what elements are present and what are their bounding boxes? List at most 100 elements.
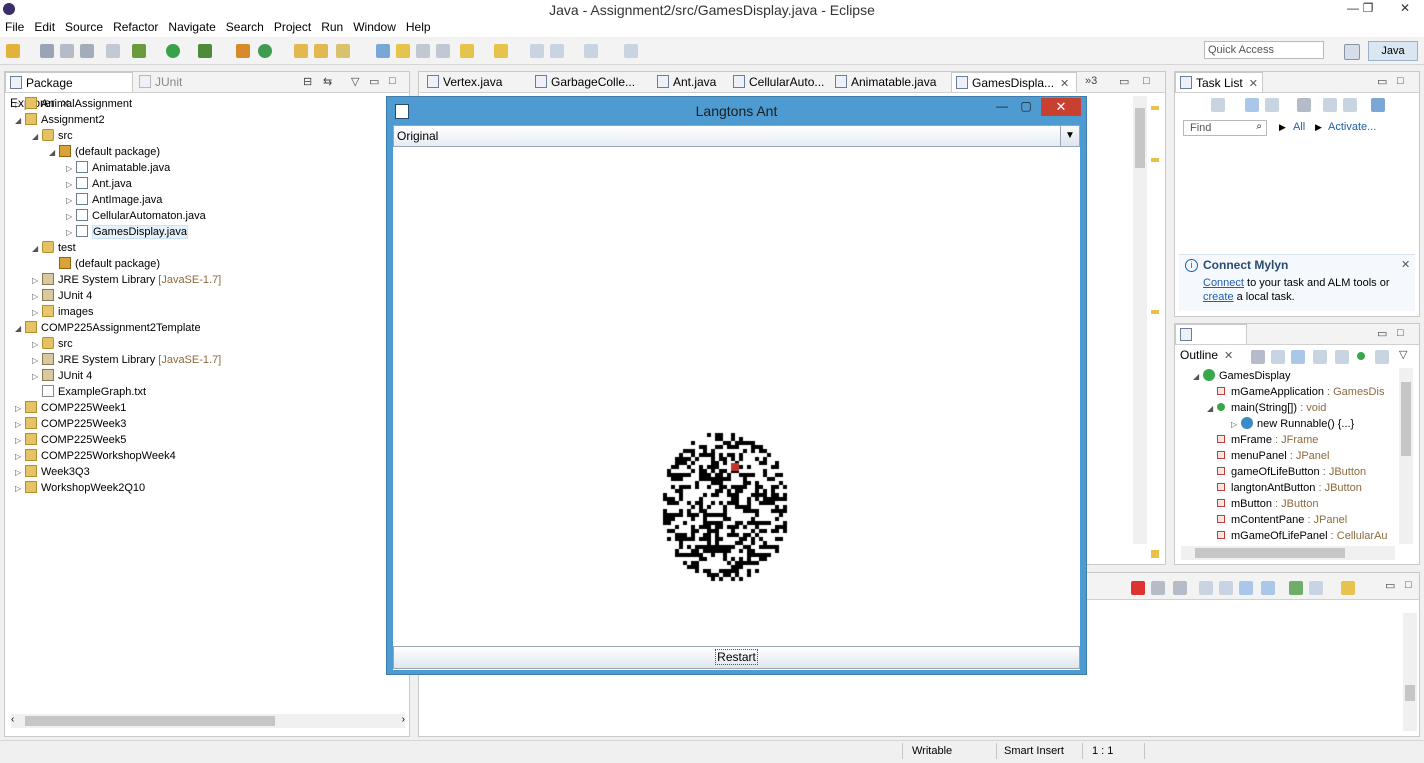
forward-icon[interactable] — [584, 44, 598, 58]
menu-project[interactable]: Project — [269, 19, 316, 34]
menu-refactor[interactable]: Refactor — [108, 19, 163, 34]
expand-toggle-icon[interactable]: ▷ — [32, 337, 42, 353]
langtons-ant-canvas[interactable] — [393, 147, 1080, 645]
hide-fields-icon[interactable] — [1313, 350, 1327, 364]
skip-breakpoints-icon[interactable] — [106, 44, 120, 58]
expand-toggle-icon[interactable]: ▷ — [66, 161, 76, 177]
show-whitespace-icon[interactable] — [436, 44, 450, 58]
tree-item[interactable]: ExampleGraph.txt — [32, 384, 146, 400]
tab-task-list[interactable]: Task List ✕ — [1175, 72, 1263, 92]
close-button[interactable]: ✕ — [1386, 0, 1424, 18]
console-vscrollbar[interactable] — [1403, 613, 1417, 731]
focus-icon[interactable] — [1297, 98, 1311, 112]
outline-member[interactable]: mGameApplication : GamesDis — [1207, 384, 1384, 400]
outline-member[interactable]: ◢ main(String[]) : void — [1207, 400, 1326, 416]
automaton-select[interactable]: Original ▼ — [393, 125, 1080, 147]
outline-class-item[interactable]: ◢ GamesDisplay — [1193, 368, 1291, 384]
tree-item[interactable]: ▷ COMP225Week1 — [15, 400, 126, 416]
annotation-marker-3[interactable] — [1151, 310, 1159, 314]
outline-vscrollbar[interactable] — [1399, 368, 1413, 544]
outline-minimize-icon[interactable]: ▭ — [1377, 327, 1387, 340]
editor-maximize-icon[interactable]: □ — [1143, 75, 1150, 87]
tree-item[interactable]: ▷ JUnit 4 — [32, 288, 92, 304]
expand-toggle-icon[interactable]: ◢ — [32, 241, 42, 257]
restart-button[interactable]: Restart — [393, 646, 1080, 669]
coverage-icon[interactable] — [198, 44, 212, 58]
tree-item[interactable]: ◢ Assignment2 — [15, 112, 105, 128]
expand-toggle-icon[interactable]: ▷ — [32, 369, 42, 385]
menu-search[interactable]: Search — [221, 19, 269, 34]
editor-tab[interactable]: Animatable.java — [831, 72, 949, 92]
task-minimize-icon[interactable]: ▭ — [1377, 75, 1387, 88]
outline-member[interactable]: menuPanel : JPanel — [1207, 448, 1329, 464]
all-link[interactable]: All — [1293, 121, 1305, 133]
collapse-all-icon[interactable]: ⊟ — [303, 75, 312, 88]
outline-view-menu-icon[interactable]: ▽ — [1399, 348, 1407, 361]
highlight-icon[interactable] — [396, 44, 410, 58]
tree-item[interactable]: ▷ CellularAutomaton.java — [66, 208, 206, 224]
editor-tab[interactable]: GarbageColle... — [531, 72, 651, 92]
editor-tab[interactable]: CellularAuto... — [729, 72, 829, 92]
show-stdout-icon[interactable] — [1239, 581, 1253, 595]
categorized-icon[interactable] — [1245, 98, 1259, 112]
menu-run[interactable]: Run — [316, 19, 348, 34]
expand-toggle-icon[interactable]: ▷ — [15, 481, 25, 497]
pin-console-icon[interactable] — [1289, 581, 1303, 595]
editor-vscrollbar[interactable] — [1133, 96, 1147, 544]
dialog-minimize-button[interactable]: — — [992, 99, 1012, 115]
outline-member[interactable]: ▷ new Runnable() {...} — [1231, 416, 1354, 432]
save-all-icon[interactable] — [60, 44, 74, 58]
outline-member[interactable]: langtonAntButton : JButton — [1207, 480, 1362, 496]
remove-launch-icon[interactable] — [1151, 581, 1165, 595]
minimize-view-icon[interactable]: ▭ — [369, 75, 379, 88]
expand-toggle-icon[interactable]: ▷ — [32, 353, 42, 369]
tree-item[interactable]: ▷ JUnit 4 — [32, 368, 92, 384]
back-icon[interactable] — [550, 44, 564, 58]
menu-help[interactable]: Help — [401, 19, 436, 34]
expand-toggle-icon[interactable]: ▷ — [15, 401, 25, 417]
menu-navigate[interactable]: Navigate — [163, 19, 220, 34]
view-menu-icon[interactable]: ▽ — [351, 75, 359, 88]
expand-toggle-icon[interactable]: ◢ — [49, 145, 59, 161]
expand-toggle-icon[interactable]: ▷ — [15, 417, 25, 433]
close-tab-icon[interactable]: ✕ — [1060, 78, 1069, 90]
create-link[interactable]: create — [1203, 291, 1234, 303]
task-maximize-icon[interactable]: □ — [1397, 75, 1404, 87]
hide-nonpublic-icon[interactable] — [1357, 352, 1365, 360]
open-folder-icon[interactable] — [314, 44, 328, 58]
link-editor-icon[interactable]: ⇆ — [323, 75, 332, 88]
new-task-icon[interactable] — [1211, 98, 1225, 112]
editor-tab[interactable]: Vertex.java — [423, 72, 529, 92]
console-maximize-icon[interactable]: □ — [1405, 579, 1412, 591]
java-perspective-button[interactable]: Java — [1368, 41, 1418, 61]
annotation-marker-4[interactable] — [1151, 550, 1159, 558]
remove-all-icon[interactable] — [1173, 581, 1187, 595]
chevron-down-icon[interactable]: ▼ — [1060, 126, 1079, 146]
scroll-lock-icon[interactable] — [1199, 581, 1213, 595]
tree-item[interactable]: ◢ COMP225Assignment2Template — [15, 320, 201, 336]
tab-outline[interactable]: Outline ✕ — [1175, 324, 1247, 362]
tree-item[interactable]: ▷ GamesDisplay.java — [66, 224, 188, 240]
scroll-left-icon[interactable]: ‹ — [11, 714, 14, 725]
outline-maximize-icon[interactable]: □ — [1397, 327, 1404, 339]
task-find-input[interactable]: Find ⌕ — [1183, 120, 1267, 136]
outline-vscroll-thumb[interactable] — [1401, 382, 1411, 456]
expand-toggle-icon[interactable]: ▷ — [32, 289, 42, 305]
expand-toggle-icon[interactable]: ◢ — [1207, 401, 1217, 417]
outline-member[interactable]: mButton : JButton — [1207, 496, 1318, 512]
editor-tab[interactable]: Ant.java — [653, 72, 727, 92]
scroll-right-icon[interactable]: › — [402, 714, 405, 725]
hide-local-types-icon[interactable] — [1375, 350, 1389, 364]
editor-minimize-icon[interactable]: ▭ — [1119, 75, 1129, 88]
next-annotation-icon[interactable] — [460, 44, 474, 58]
activate-link[interactable]: Activate... — [1328, 121, 1376, 133]
hscroll-thumb[interactable] — [25, 716, 275, 726]
outline-member[interactable]: mContentPane : JPanel — [1207, 512, 1347, 528]
hide-completed-icon[interactable] — [1323, 98, 1337, 112]
close-outline-icon[interactable]: ✕ — [1224, 350, 1233, 362]
new-java-project-icon[interactable] — [236, 44, 250, 58]
outline-member[interactable]: mGameOfLifePanel : CellularAu — [1207, 528, 1388, 544]
dialog-close-button[interactable]: ✕ — [1041, 98, 1081, 116]
expand-toggle-icon[interactable]: ▷ — [15, 449, 25, 465]
expand-toggle-icon[interactable]: ▷ — [66, 177, 76, 193]
